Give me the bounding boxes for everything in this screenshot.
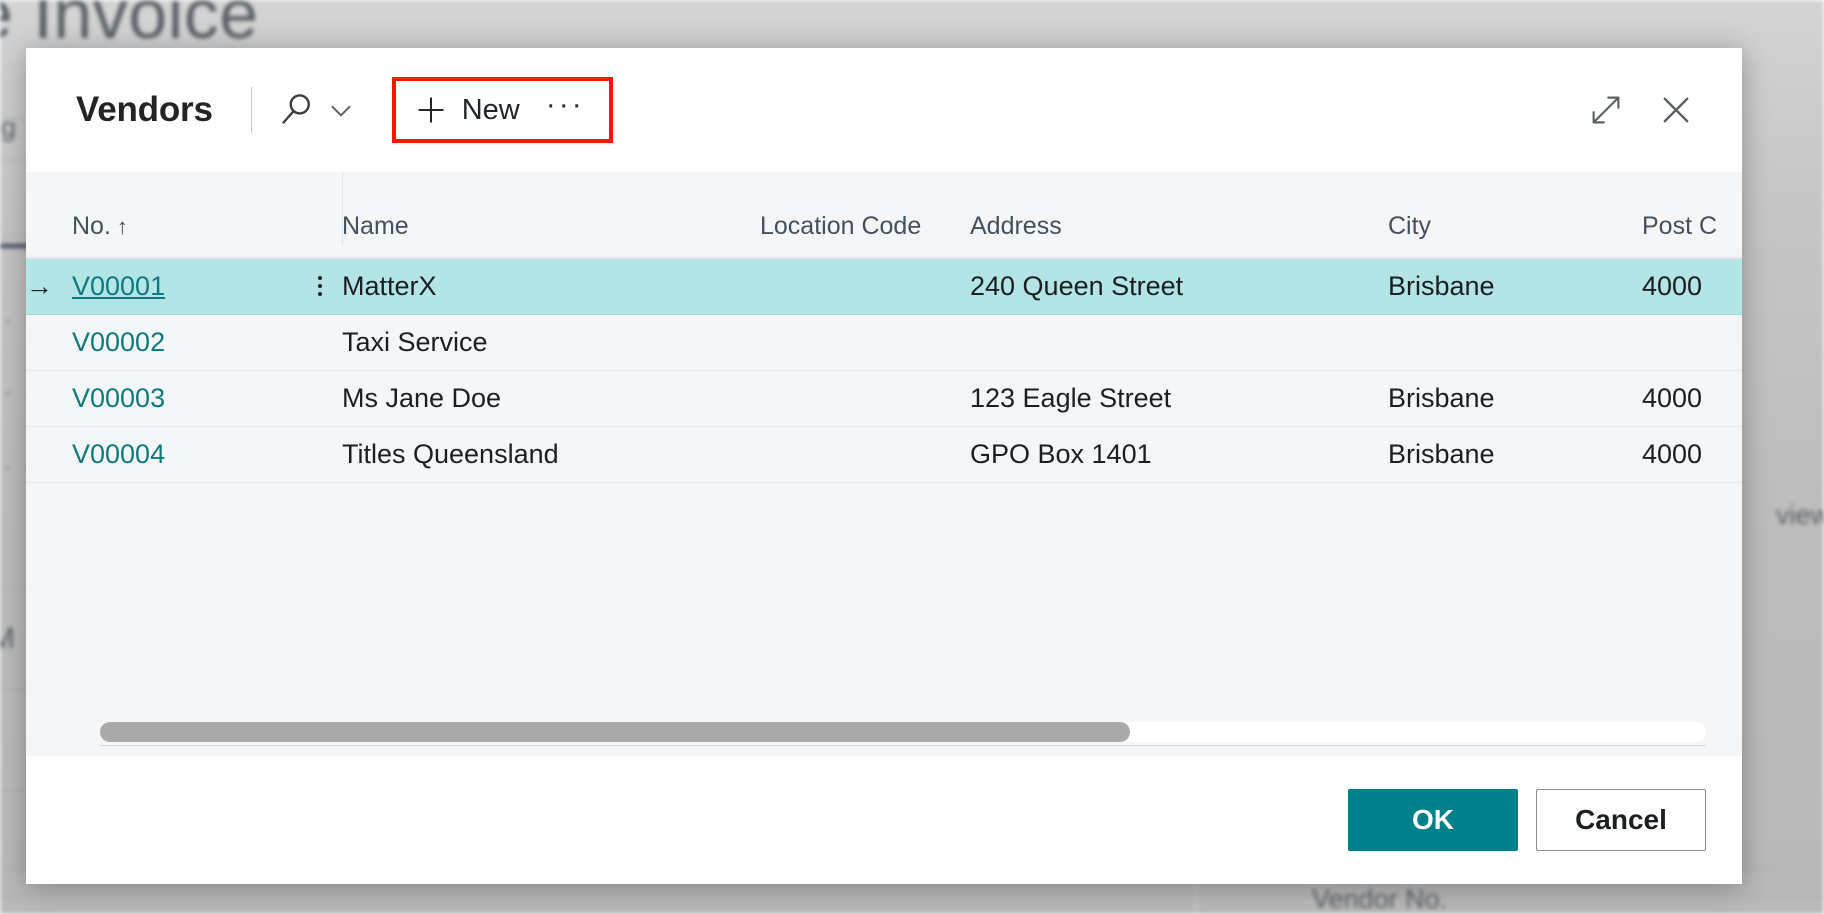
search-button[interactable] — [276, 90, 316, 130]
cell-city: Brisbane — [1388, 370, 1642, 427]
vendors-dialog: Vendors New ··· No. ↑ Name Location Code… — [26, 48, 1742, 884]
row-more-menu-icon[interactable] — [298, 276, 342, 297]
cell-location-code — [760, 258, 970, 315]
horizontal-scrollbar[interactable] — [100, 722, 1706, 742]
cell-post-code: 4000 — [1642, 258, 1742, 315]
dialog-footer: OK Cancel — [26, 756, 1742, 884]
more-options-button[interactable]: ··· — [546, 90, 585, 124]
scroll-rule — [100, 745, 1706, 746]
row-arrow-cell — [26, 370, 72, 427]
table-row[interactable]: V00004 Titles Queensland GPO Box 1401 Brisb… — [26, 426, 1742, 483]
column-header-location-code[interactable]: Location Code — [760, 172, 970, 259]
cell-address: GPO Box 1401 — [970, 426, 1388, 483]
background-page-title: e Invoice — [0, 0, 259, 53]
background-fragment-left: ng — [0, 112, 17, 142]
vendor-no-link[interactable]: V00002 — [72, 327, 165, 357]
new-action-highlight: New ··· — [391, 77, 613, 143]
cell-name: Taxi Service — [342, 314, 760, 371]
cell-post-code: 4000 — [1642, 370, 1742, 427]
cell-location-code — [760, 426, 970, 483]
vendor-no-link[interactable]: V00004 — [72, 439, 165, 469]
column-header-post-code[interactable]: Post C — [1642, 172, 1742, 259]
row-arrow-cell — [26, 426, 72, 483]
row-menu-cell — [298, 370, 342, 427]
table-body: → V00001 MatterX 240 Queen Street Brisbane 40… — [26, 258, 1742, 483]
cell-city: Brisbane — [1388, 258, 1642, 315]
cell-no: V00003 — [72, 370, 298, 427]
cell-city: Brisbane — [1388, 426, 1642, 483]
header-window-controls — [1588, 92, 1708, 128]
vendors-table: No. ↑ Name Location Code Address City Pos… — [26, 172, 1742, 483]
column-header-name[interactable]: Name — [342, 172, 760, 259]
row-arrow-cell — [26, 314, 72, 371]
header-divider — [250, 87, 252, 133]
column-header-address[interactable]: Address — [970, 172, 1388, 259]
header-column-separator — [342, 172, 343, 246]
column-header-city[interactable]: City — [1388, 172, 1642, 259]
cell-address: 123 Eagle Street — [970, 370, 1388, 427]
vendor-no-link[interactable]: V00001 — [72, 271, 165, 301]
row-selection-arrow-icon: → — [26, 258, 72, 315]
plus-icon — [418, 97, 444, 123]
cell-name: Titles Queensland — [342, 426, 760, 483]
header-spacer-cell — [26, 172, 72, 259]
cell-no: V00001 — [72, 258, 298, 315]
row-menu-cell — [298, 426, 342, 483]
column-header-no[interactable]: No. ↑ — [72, 172, 342, 259]
dialog-title: Vendors — [76, 90, 213, 129]
row-menu-cell — [298, 314, 342, 371]
table-header-row: No. ↑ Name Location Code Address City Pos… — [26, 172, 1742, 259]
cell-address — [970, 314, 1388, 371]
table-row[interactable]: V00003 Ms Jane Doe 123 Eagle Street Brisban… — [26, 370, 1742, 427]
vendor-no-link[interactable]: V00003 — [72, 383, 165, 413]
table-row[interactable]: → V00001 MatterX 240 Queen Street Brisbane 40… — [26, 258, 1742, 315]
row-menu-cell — [298, 258, 342, 315]
cell-post-code — [1642, 314, 1742, 371]
expand-icon — [1592, 96, 1620, 124]
background-fragment-right: view — [1775, 500, 1824, 530]
chevron-down-icon — [331, 105, 351, 117]
dialog-header: Vendors New ··· — [26, 48, 1742, 172]
table-header: No. ↑ Name Location Code Address City Pos… — [26, 172, 1742, 259]
cancel-button[interactable]: Cancel — [1536, 789, 1706, 851]
cell-name: MatterX — [342, 258, 760, 315]
search-dropdown-button[interactable] — [316, 93, 358, 127]
background-field-label: Vendor No. — [1312, 884, 1448, 914]
close-icon — [1663, 97, 1689, 123]
background-fragment-m: M — [0, 622, 15, 655]
cell-post-code: 4000 — [1642, 426, 1742, 483]
ok-button[interactable]: OK — [1348, 789, 1518, 851]
expand-button[interactable] — [1588, 92, 1624, 128]
column-header-no-label: No. — [72, 212, 111, 240]
cell-name: Ms Jane Doe — [342, 370, 760, 427]
new-button-label: New — [461, 93, 520, 126]
cell-city — [1388, 314, 1642, 371]
table-row[interactable]: V00002 Taxi Service — [26, 314, 1742, 371]
close-button[interactable] — [1658, 92, 1694, 128]
cell-location-code — [760, 314, 970, 371]
new-button[interactable]: New — [414, 93, 520, 127]
search-icon — [282, 94, 310, 124]
cell-location-code — [760, 370, 970, 427]
cell-no: V00002 — [72, 314, 298, 371]
cell-address: 240 Queen Street — [970, 258, 1388, 315]
cell-no: V00004 — [72, 426, 298, 483]
horizontal-scrollbar-thumb[interactable] — [100, 722, 1130, 742]
sort-ascending-icon: ↑ — [116, 214, 128, 239]
vendors-grid-area: No. ↑ Name Location Code Address City Pos… — [26, 172, 1742, 756]
